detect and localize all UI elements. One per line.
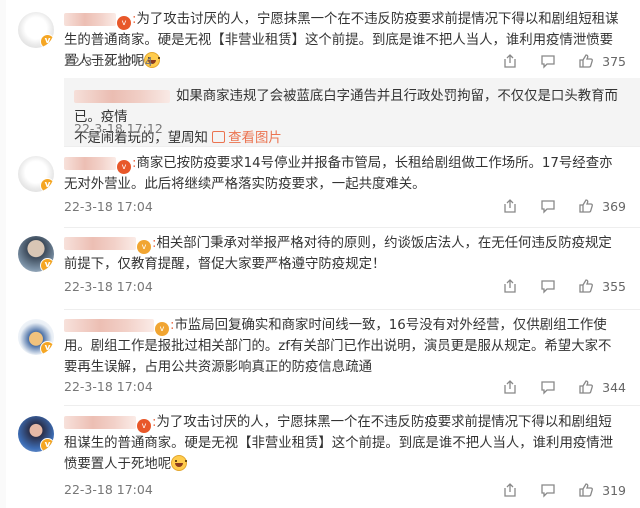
comment-text: 商家已按防疫要求14号停业并报备市管局，长租给剧组做工作场所。17号经查亦无对外… — [64, 156, 613, 192]
verified-icon: v — [40, 178, 54, 192]
verified-icon: v — [40, 258, 54, 272]
comment-item: v v:为了攻击讨厌的人，宁愿抹黑一个在不违反防疫要求前提情况下得以和剧组短租谋… — [0, 406, 640, 508]
share-icon[interactable] — [502, 198, 518, 214]
avatar[interactable]: v — [18, 319, 54, 355]
comment-icon[interactable] — [540, 198, 556, 214]
view-image-link[interactable]: 查看图片 — [212, 131, 282, 146]
like-count: 375 — [602, 53, 626, 69]
reply-text: 如果商家违规了会被蓝底白字通告并且行政处罚拘留，不仅仅是口头教育而已。疫情 不是… — [74, 86, 630, 149]
like-count: 355 — [602, 278, 626, 294]
avatar[interactable]: v — [18, 156, 54, 192]
member-badge-icon: v — [137, 419, 151, 433]
comment-item: v v:商家已按防疫要求14号停业并报备市管局，长租给剧组做工作场所。17号经查… — [0, 147, 640, 227]
member-badge-icon: v — [137, 240, 151, 254]
comment-actions: 344 — [480, 378, 626, 396]
like-icon[interactable] — [578, 198, 594, 214]
comment-actions: 375 — [480, 52, 626, 70]
avatar[interactable]: v — [18, 12, 54, 48]
username-redacted[interactable] — [64, 236, 136, 250]
like-icon[interactable] — [578, 278, 594, 294]
avatar[interactable]: v — [18, 416, 54, 452]
username-redacted[interactable] — [64, 318, 154, 332]
username-redacted[interactable] — [74, 89, 170, 103]
comment-item: v v:市监局回复确实和商家时间线一致，16号没有对外经营，仅供剧组工作使用。剧… — [0, 310, 640, 409]
reply-box: 如果商家违规了会被蓝底白字通告并且行政处罚拘留，不仅仅是口头教育而已。疫情 不是… — [64, 78, 640, 146]
comment-time: 22-3-18 17:04 — [64, 199, 153, 214]
comment-item: v v:为了攻击讨厌的人，宁愿抹黑一个在不违反防疫要求前提情况下得以和剧组短租谋… — [0, 0, 640, 78]
comment-time: 22-3-18 17:04 — [64, 54, 153, 69]
comment-actions: 355 — [480, 277, 626, 295]
comment-icon[interactable] — [540, 482, 556, 498]
verified-icon: v — [40, 341, 54, 355]
view-image-label: 查看图片 — [228, 131, 282, 146]
comment-text-block: v:相关部门秉承对举报严格对待的原则，约谈饭店法人，在无任何违反防疫规定前提下，… — [64, 233, 624, 275]
comment-text-block: v:市监局回复确实和商家时间线一致，16号没有对外经营，仅供剧组工作使用。剧组工… — [64, 315, 624, 378]
verified-icon: v — [40, 34, 54, 48]
like-count: 319 — [602, 482, 626, 498]
member-badge-icon: v — [117, 160, 131, 174]
comment-icon[interactable] — [540, 278, 556, 294]
verified-icon: v — [40, 438, 54, 452]
avatar[interactable]: v — [18, 236, 54, 272]
username-redacted[interactable] — [64, 415, 136, 429]
like-count: 344 — [602, 379, 626, 395]
reply-time: 22-3-18 17:12 — [74, 121, 163, 136]
share-icon[interactable] — [502, 278, 518, 294]
comment-time: 22-3-18 17:04 — [64, 482, 153, 497]
share-icon[interactable] — [502, 379, 518, 395]
comment-time: 22-3-18 17:04 — [64, 279, 153, 294]
like-icon[interactable] — [578, 379, 594, 395]
comment-icon[interactable] — [540, 53, 556, 69]
comment-actions: 369 — [480, 197, 626, 215]
image-icon — [212, 131, 226, 143]
username-redacted[interactable] — [64, 12, 116, 26]
member-badge-icon: v — [155, 322, 169, 336]
like-count: 369 — [602, 198, 626, 214]
username-redacted[interactable] — [64, 156, 116, 170]
comment-time: 22-3-18 17:04 — [64, 379, 153, 394]
like-icon[interactable] — [578, 53, 594, 69]
comment-item: v v:相关部门秉承对举报严格对待的原则，约谈饭店法人，在无任何违反防疫规定前提… — [0, 228, 640, 309]
laugh-emoji-icon — [171, 455, 188, 471]
share-icon[interactable] — [502, 482, 518, 498]
comment-text-block: v:为了攻击讨厌的人，宁愿抹黑一个在不违反防疫要求前提情况下得以和剧组短租谋生的… — [64, 412, 624, 475]
member-badge-icon: v — [117, 16, 131, 30]
comment-icon[interactable] — [540, 379, 556, 395]
like-icon[interactable] — [578, 482, 594, 498]
comment-text-block: v:商家已按防疫要求14号停业并报备市管局，长租给剧组做工作场所。17号经查亦无… — [64, 153, 624, 195]
comment-actions: 319 — [480, 481, 626, 499]
share-icon[interactable] — [502, 53, 518, 69]
